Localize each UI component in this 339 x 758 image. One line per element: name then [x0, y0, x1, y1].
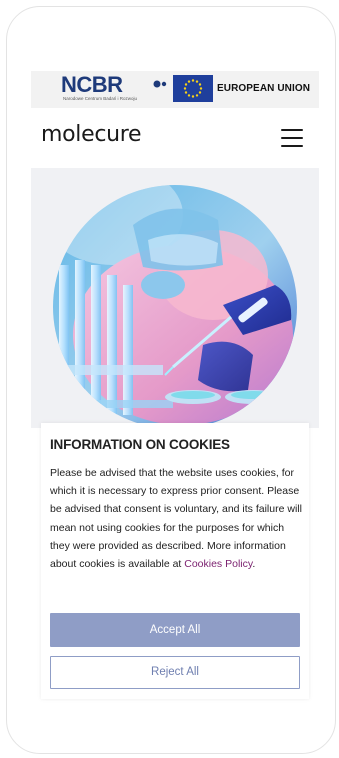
device-frame: NCBR Narodowe Centrum Badań i Rozwoju EU…: [6, 6, 336, 754]
cookie-consent-panel: INFORMATION ON COOKIES Please be advised…: [41, 423, 309, 699]
molecure-logo[interactable]: molecure: [41, 122, 142, 147]
cookie-body-trailing: .: [252, 558, 256, 571]
menu-bar-bottom: [281, 145, 303, 147]
cookie-body-main: Please be advised that the website uses …: [50, 467, 302, 571]
ncbr-logo-text: NCBR: [61, 72, 123, 97]
cookie-title: INFORMATION ON COOKIES: [50, 437, 230, 452]
cookie-body-text: Please be advised that the website uses …: [50, 464, 302, 573]
page-viewport: NCBR Narodowe Centrum Badań i Rozwoju EU…: [31, 71, 319, 711]
accept-all-button[interactable]: Accept All: [50, 613, 300, 647]
ncbr-subtitle: Narodowe Centrum Badań i Rozwoju: [63, 96, 138, 101]
menu-bar-top: [281, 129, 303, 131]
eu-label: EUROPEAN UNION: [217, 83, 311, 94]
ncbr-dots-icon: [153, 80, 167, 88]
site-header: molecure: [31, 108, 319, 168]
menu-bar-middle: [281, 137, 303, 139]
hero-section: [31, 168, 319, 429]
hero-lab-image: [53, 185, 297, 429]
eu-flag-icon: [173, 75, 213, 102]
hamburger-menu-icon[interactable]: [281, 129, 303, 147]
cookies-policy-link[interactable]: Cookies Policy: [184, 558, 252, 570]
reject-all-button[interactable]: Reject All: [50, 656, 300, 689]
eu-funding-banner: NCBR Narodowe Centrum Badań i Rozwoju EU…: [31, 71, 319, 108]
